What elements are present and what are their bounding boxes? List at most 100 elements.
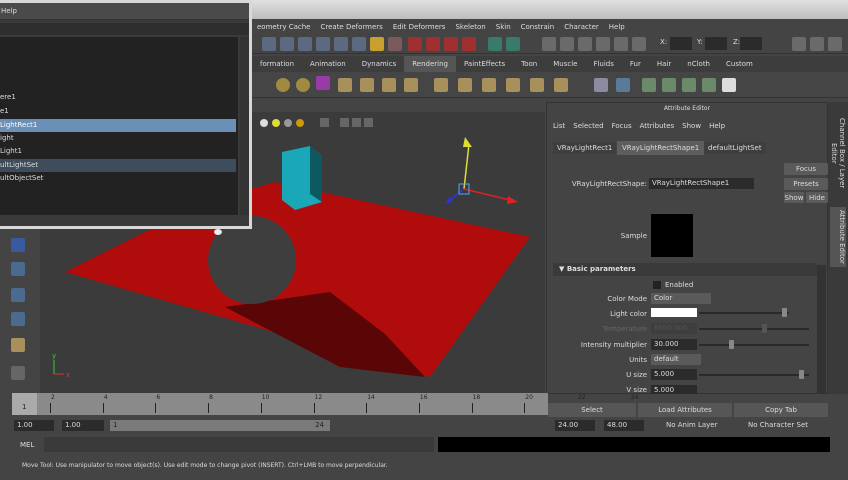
light-color-swatch[interactable] xyxy=(651,308,697,317)
tab-hair[interactable]: Hair xyxy=(649,56,679,72)
x-field[interactable] xyxy=(670,37,692,50)
range-slider[interactable]: 1 24 xyxy=(110,420,330,431)
time-slider[interactable]: 1 2 4 6 8 10 12 14 16 18 20 22 24 xyxy=(12,393,638,415)
character-set-dropdown[interactable]: No Character Set xyxy=(748,421,808,429)
panel-icon[interactable] xyxy=(828,37,842,51)
tab-animation[interactable]: Animation xyxy=(302,56,354,72)
usize-slider[interactable] xyxy=(799,370,804,379)
intensity-field[interactable]: 30.000 xyxy=(651,339,697,350)
tab-dynamics[interactable]: Dynamics xyxy=(354,56,405,72)
tab-deformation[interactable]: formation xyxy=(252,56,302,72)
cube-material-icon[interactable] xyxy=(316,76,330,90)
tab-attribute-editor[interactable]: Attribute Editor xyxy=(830,207,846,267)
ae-scrollbar[interactable] xyxy=(817,265,826,393)
dome-icon[interactable] xyxy=(594,78,608,92)
light-icon[interactable] xyxy=(554,78,568,92)
units-dropdown[interactable]: default xyxy=(651,354,701,365)
render-icon[interactable] xyxy=(560,37,574,51)
magnet-icon[interactable] xyxy=(462,37,476,51)
select-button[interactable]: Select xyxy=(548,403,636,417)
copy-tab-button[interactable]: Copy Tab xyxy=(734,403,828,417)
light-icon[interactable] xyxy=(338,78,352,92)
ae-tab-shape[interactable]: VRayLightRectShape1 xyxy=(617,141,705,155)
z-field[interactable] xyxy=(740,37,762,50)
playback-start-field[interactable]: 1.00 xyxy=(62,420,104,431)
last-tool-icon[interactable] xyxy=(11,366,25,380)
menu-create-deformers[interactable]: Create Deformers xyxy=(315,20,387,34)
snap-view-icon[interactable] xyxy=(316,37,330,51)
menu-edit-deformers[interactable]: Edit Deformers xyxy=(388,20,451,34)
menu-skin[interactable]: Skin xyxy=(491,20,516,34)
outliner-search[interactable] xyxy=(0,23,249,35)
ae-menu-focus[interactable]: Focus xyxy=(612,122,632,130)
panel-icon[interactable] xyxy=(792,37,806,51)
rotate-tool-icon[interactable] xyxy=(11,238,25,252)
tab-rendering[interactable]: Rendering xyxy=(404,56,456,72)
render-settings-icon[interactable] xyxy=(596,37,610,51)
light-icon[interactable] xyxy=(360,78,374,92)
plane-icon[interactable] xyxy=(616,78,630,92)
enabled-checkbox[interactable] xyxy=(653,281,661,289)
color-mode-dropdown[interactable]: Color xyxy=(651,293,711,304)
ae-menu-attributes[interactable]: Attributes xyxy=(640,122,675,130)
show-manip-icon[interactable] xyxy=(11,338,25,352)
vsize-field[interactable]: 5.000 xyxy=(651,385,697,394)
list-item[interactable]: Light1 xyxy=(0,147,22,155)
list-item[interactable]: ultObjectSet xyxy=(0,174,43,182)
ae-menu-list[interactable]: List xyxy=(553,122,565,130)
ae-menu-help[interactable]: Help xyxy=(709,122,725,130)
list-item[interactable]: e1 xyxy=(0,107,9,115)
start-time-field[interactable]: 1.00 xyxy=(14,420,54,431)
node-icon[interactable] xyxy=(682,78,696,92)
tab-toon[interactable]: Toon xyxy=(513,56,545,72)
ae-tab-transform[interactable]: VRayLightRect1 xyxy=(553,142,617,154)
outliner-scrollbar[interactable] xyxy=(240,37,249,215)
end-time-field[interactable]: 48.00 xyxy=(604,420,644,431)
light-icon[interactable] xyxy=(506,78,520,92)
intensity-slider[interactable] xyxy=(729,340,734,349)
focus-button[interactable]: Focus xyxy=(784,163,828,175)
snap-curve-icon[interactable] xyxy=(262,37,276,51)
hide-button[interactable]: Hide xyxy=(806,192,828,203)
help-icon[interactable] xyxy=(352,37,366,51)
outliner-menu-help[interactable]: Help xyxy=(1,7,17,15)
mel-command-input[interactable] xyxy=(44,437,434,452)
magnet-icon[interactable] xyxy=(444,37,458,51)
magnet-icon[interactable] xyxy=(426,37,440,51)
list-item[interactable]: ight xyxy=(0,134,14,142)
tab-fur[interactable]: Fur xyxy=(622,56,649,72)
menu-help[interactable]: Help xyxy=(604,20,630,34)
menu-constrain[interactable]: Constrain xyxy=(516,20,560,34)
tab-custom[interactable]: Custom xyxy=(718,56,761,72)
snap-grid-icon[interactable] xyxy=(280,37,294,51)
ae-tab-lightset[interactable]: defaultLightSet xyxy=(704,142,766,154)
node-icon[interactable] xyxy=(702,78,716,92)
list-item-selected[interactable]: LightRect1 xyxy=(0,119,236,132)
ipr-icon[interactable] xyxy=(578,37,592,51)
list-item-highlighted[interactable]: ultLightSet xyxy=(0,159,236,172)
menu-skeleton[interactable]: Skeleton xyxy=(450,20,490,34)
render-icon[interactable] xyxy=(488,37,502,51)
playback-end-field[interactable]: 24.00 xyxy=(555,420,595,431)
presets-button[interactable]: Presets xyxy=(784,178,828,190)
snap-surface-icon[interactable] xyxy=(334,37,348,51)
magnet-icon[interactable] xyxy=(388,37,402,51)
snap-point-icon[interactable] xyxy=(298,37,312,51)
light-icon[interactable] xyxy=(458,78,472,92)
light-icon[interactable] xyxy=(530,78,544,92)
panel-icon[interactable] xyxy=(810,37,824,51)
render-view-icon[interactable] xyxy=(542,37,556,51)
light-icon[interactable] xyxy=(482,78,496,92)
scale-tool-icon[interactable] xyxy=(11,262,25,276)
load-attributes-button[interactable]: Load Attributes xyxy=(638,403,732,417)
tab-painteffects[interactable]: PaintEffects xyxy=(456,56,513,72)
light-icon[interactable] xyxy=(404,78,418,92)
y-field[interactable] xyxy=(705,37,727,50)
menu-geometry-cache[interactable]: eometry Cache xyxy=(252,20,315,34)
mode-icon[interactable] xyxy=(632,37,646,51)
show-button[interactable]: Show xyxy=(784,192,804,203)
light-icon[interactable] xyxy=(434,78,448,92)
tab-muscle[interactable]: Muscle xyxy=(545,56,585,72)
checker-icon[interactable] xyxy=(722,78,736,92)
tab-fluids[interactable]: Fluids xyxy=(585,56,621,72)
